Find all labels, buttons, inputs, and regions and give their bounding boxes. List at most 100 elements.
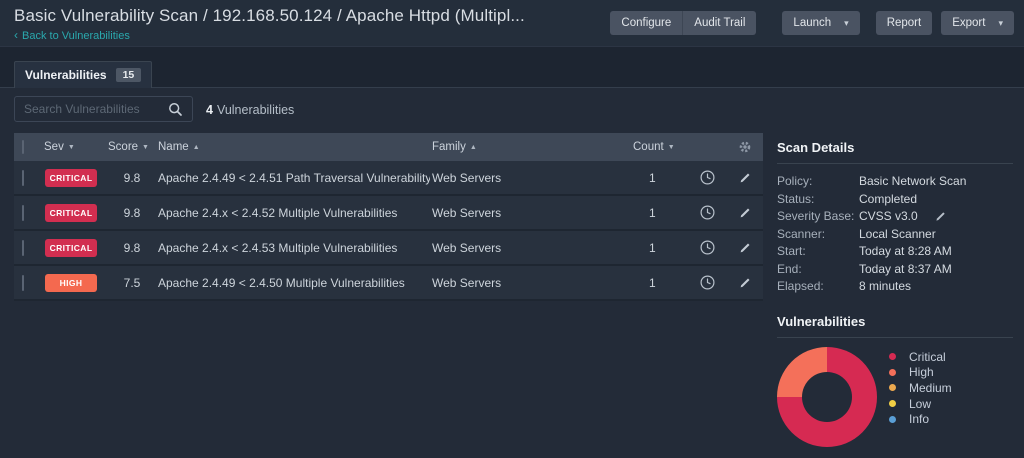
tab-vulnerabilities[interactable]: Vulnerabilities 15 <box>14 61 152 88</box>
legend-dot-info <box>889 416 896 423</box>
page-title: Basic Vulnerability Scan / 192.168.50.12… <box>14 6 525 26</box>
caret-down-icon: ▾ <box>998 18 1003 28</box>
column-header-name[interactable]: Name▲ <box>156 141 430 153</box>
vulnerability-name[interactable]: Apache 2.4.49 < 2.4.50 Multiple Vulnerab… <box>156 276 430 290</box>
vulnerability-name[interactable]: Apache 2.4.x < 2.4.53 Multiple Vulnerabi… <box>156 241 430 255</box>
column-header-count[interactable]: Count▼ <box>630 141 688 153</box>
table-row[interactable]: CRITICAL 9.8 Apache 2.4.49 < 2.4.51 Path… <box>14 161 763 196</box>
tab-count-badge: 15 <box>116 68 142 83</box>
legend-item: Low <box>889 396 952 412</box>
result-count-label: Vulnerabilities <box>217 103 294 117</box>
chevron-left-icon: ‹ <box>14 28 18 42</box>
scan-detail-row: Elapsed: 8 minutes <box>777 278 1013 296</box>
scan-details-panel: Scan Details Policy: Basic Network Scan … <box>777 140 1013 296</box>
configure-audit-group: Configure Audit Trail <box>610 11 756 35</box>
count-cell: 1 <box>630 206 688 220</box>
severity-badge: CRITICAL <box>45 169 97 187</box>
vulnerability-name[interactable]: Apache 2.4.x < 2.4.52 Multiple Vulnerabi… <box>156 206 430 220</box>
export-button[interactable]: Export▾ <box>941 11 1014 35</box>
sort-desc-icon: ▼ <box>142 144 149 151</box>
scan-detail-row: Status: Completed <box>777 191 1013 209</box>
legend-dot-low <box>889 400 896 407</box>
back-to-vulnerabilities-link[interactable]: ‹ Back to Vulnerabilities <box>14 28 130 42</box>
row-checkbox[interactable] <box>22 205 24 221</box>
audit-trail-button[interactable]: Audit Trail <box>682 11 756 35</box>
edit-pencil-icon[interactable] <box>726 171 763 185</box>
sort-desc-icon: ▼ <box>68 144 75 151</box>
row-checkbox[interactable] <box>22 240 24 256</box>
table-row[interactable]: CRITICAL 9.8 Apache 2.4.x < 2.4.53 Multi… <box>14 231 763 266</box>
donut-chart-area: Critical High Medium Low Info <box>777 347 1013 447</box>
score-cell: 9.8 <box>108 206 156 220</box>
legend-item: Info <box>889 411 952 427</box>
severity-badge: CRITICAL <box>45 204 97 222</box>
report-button[interactable]: Report <box>876 11 933 35</box>
tab-strip <box>0 47 1024 88</box>
vulnerabilities-panel: Vulnerabilities Critical High Medium Low <box>777 314 1013 447</box>
vulnerability-name[interactable]: Apache 2.4.49 < 2.4.51 Path Traversal Vu… <box>156 171 430 185</box>
search-input[interactable] <box>14 96 193 122</box>
edit-severity-base-pencil-icon[interactable] <box>934 210 947 223</box>
snooze-clock-icon[interactable] <box>688 169 726 186</box>
header-actions: Configure Audit Trail Launch▾ Report Exp… <box>610 11 1014 35</box>
back-link-label: Back to Vulnerabilities <box>22 30 130 42</box>
severity-badge: HIGH <box>45 274 97 292</box>
family-cell: Web Servers <box>430 171 630 185</box>
sort-asc-icon: ▲ <box>193 144 200 151</box>
scan-detail-row: Start: Today at 8:28 AM <box>777 243 1013 261</box>
legend-dot-high <box>889 369 896 376</box>
score-cell: 9.8 <box>108 241 156 255</box>
severity-badge: CRITICAL <box>45 239 97 257</box>
vulnerabilities-donut <box>777 347 877 447</box>
snooze-clock-icon[interactable] <box>688 204 726 221</box>
count-cell: 1 <box>630 241 688 255</box>
table-row[interactable]: CRITICAL 9.8 Apache 2.4.x < 2.4.52 Multi… <box>14 196 763 231</box>
table-row[interactable]: HIGH 7.5 Apache 2.4.49 < 2.4.50 Multiple… <box>14 266 763 301</box>
column-header-sev[interactable]: Sev▼ <box>44 141 108 153</box>
search-icon[interactable] <box>168 102 183 122</box>
legend-item: Medium <box>889 380 952 396</box>
tab-label: Vulnerabilities <box>25 68 107 82</box>
column-header-score[interactable]: Score▼ <box>108 141 156 153</box>
divider <box>777 163 1013 164</box>
scan-detail-row: Scanner: Local Scanner <box>777 226 1013 244</box>
vulnerabilities-panel-title: Vulnerabilities <box>777 314 1013 329</box>
launch-button[interactable]: Launch▾ <box>782 11 859 35</box>
scan-detail-row: Policy: Basic Network Scan <box>777 173 1013 191</box>
chart-legend: Critical High Medium Low Info <box>889 347 952 447</box>
score-cell: 7.5 <box>108 276 156 290</box>
vulnerabilities-table: Sev▼ Score▼ Name▲ Family▲ Count▼ CRITICA… <box>14 133 763 301</box>
table-header: Sev▼ Score▼ Name▲ Family▲ Count▼ <box>14 133 763 161</box>
legend-item: High <box>889 365 952 381</box>
score-cell: 9.8 <box>108 171 156 185</box>
count-cell: 1 <box>630 171 688 185</box>
configure-button[interactable]: Configure <box>610 11 682 35</box>
result-count-number: 4 <box>206 103 213 117</box>
row-checkbox[interactable] <box>22 170 24 186</box>
snooze-clock-icon[interactable] <box>688 239 726 256</box>
family-cell: Web Servers <box>430 241 630 255</box>
scan-details-title: Scan Details <box>777 140 1013 155</box>
page-header: Basic Vulnerability Scan / 192.168.50.12… <box>0 0 1024 47</box>
select-all-checkbox[interactable] <box>22 140 24 154</box>
table-settings-gear-icon[interactable] <box>726 140 763 154</box>
row-checkbox[interactable] <box>22 275 24 291</box>
legend-dot-medium <box>889 384 896 391</box>
legend-dot-critical <box>889 353 896 360</box>
column-header-family[interactable]: Family▲ <box>430 141 630 153</box>
edit-pencil-icon[interactable] <box>726 276 763 290</box>
sort-desc-icon: ▼ <box>668 144 675 151</box>
snooze-clock-icon[interactable] <box>688 274 726 291</box>
sort-asc-icon: ▲ <box>470 144 477 151</box>
edit-pencil-icon[interactable] <box>726 241 763 255</box>
count-cell: 1 <box>630 276 688 290</box>
scan-detail-row: Severity Base: CVSS v3.0 <box>777 208 1013 226</box>
legend-item: Critical <box>889 349 952 365</box>
divider <box>777 337 1013 338</box>
family-cell: Web Servers <box>430 206 630 220</box>
scan-detail-row: End: Today at 8:37 AM <box>777 261 1013 279</box>
family-cell: Web Servers <box>430 276 630 290</box>
caret-down-icon: ▾ <box>844 18 849 28</box>
result-count: 4 Vulnerabilities <box>206 103 294 117</box>
edit-pencil-icon[interactable] <box>726 206 763 220</box>
